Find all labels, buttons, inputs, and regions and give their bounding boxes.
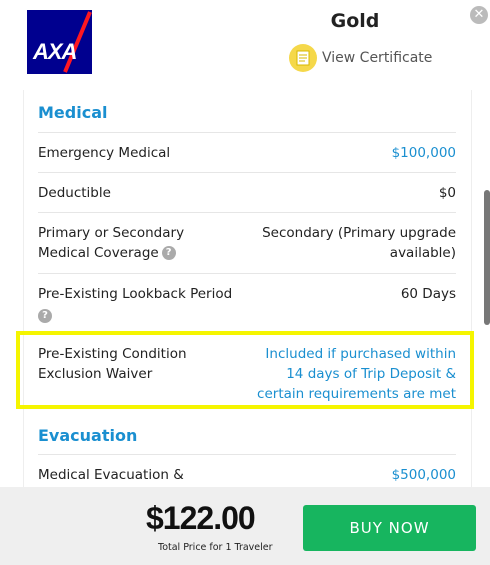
benefit-label-line: Pre-Existing Lookback Period xyxy=(38,286,233,302)
benefit-row-emergency-medical: Emergency Medical $100,000 xyxy=(38,132,456,173)
benefit-value: Secondary (Primary upgrade available) xyxy=(262,223,456,263)
plan-name: Gold xyxy=(330,10,380,32)
view-certificate-label: View Certificate xyxy=(322,50,433,66)
benefit-value[interactable]: $100,000 xyxy=(392,143,456,163)
benefit-value: 60 Days xyxy=(400,286,456,302)
help-icon[interactable]: ? xyxy=(161,246,176,260)
benefit-value[interactable]: $500,000 xyxy=(392,465,456,485)
benefit-value-line: available) xyxy=(389,245,456,261)
view-certificate-link[interactable]: View Certificate xyxy=(289,44,432,72)
benefit-label: Primary or Secondary Medical Coverage? xyxy=(38,223,184,263)
benefit-value-line: Secondary (Primary upgrade xyxy=(262,225,456,241)
axa-logo-text: AXA xyxy=(33,39,77,64)
scrollbar[interactable] xyxy=(484,190,490,325)
benefit-row-primary-secondary: Primary or Secondary Medical Coverage? S… xyxy=(38,212,456,274)
help-icon[interactable]: ? xyxy=(38,308,52,323)
benefit-row-deductible: Deductible $0 xyxy=(38,172,456,213)
benefit-row-medical-evacuation: Medical Evacuation & $500,000 xyxy=(38,454,456,487)
benefit-label: Emergency Medical xyxy=(38,145,171,161)
close-icon[interactable]: ✕ xyxy=(470,6,488,24)
benefit-label: Deductible xyxy=(38,185,111,201)
total-price: $122.00 xyxy=(146,500,256,536)
benefit-label-line: Primary or Secondary xyxy=(38,225,185,241)
section-title-evacuation: Evacuation xyxy=(38,426,138,445)
axa-logo: AXA xyxy=(27,10,92,74)
certificate-icon xyxy=(289,44,317,72)
purchase-footer: $122.00 Total Price for 1 Traveler BUY N… xyxy=(0,487,490,565)
section-title-medical: Medical xyxy=(38,103,108,122)
benefit-label: Medical Evacuation & xyxy=(38,467,184,483)
benefits-list[interactable]: Medical Emergency Medical $100,000 Deduc… xyxy=(23,90,472,487)
plan-header: AXA Gold View Certificate ✕ xyxy=(0,0,490,90)
benefit-label-line: Medical Coverage xyxy=(38,245,159,261)
benefit-row-lookback-period: Pre-Existing Lookback Period ? 60 Days xyxy=(38,273,456,334)
benefit-value: $0 xyxy=(438,185,456,201)
benefit-label: Pre-Existing Lookback Period ? xyxy=(38,284,232,324)
highlight-box xyxy=(16,331,474,409)
price-caption: Total Price for 1 Traveler xyxy=(158,542,273,553)
buy-now-button[interactable]: BUY NOW xyxy=(303,505,476,551)
